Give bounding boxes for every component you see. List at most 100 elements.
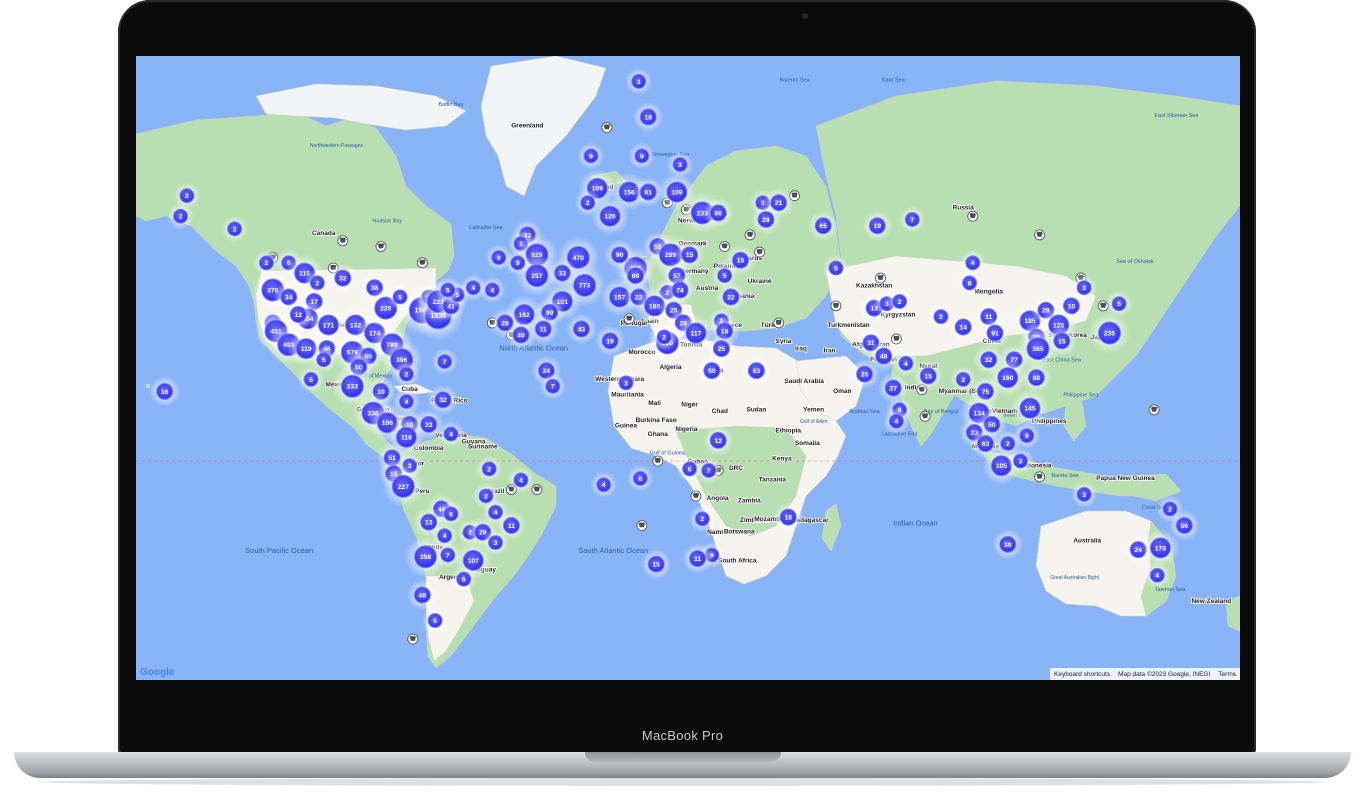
cluster-marker[interactable]: 18 bbox=[633, 101, 664, 133]
cluster-marker[interactable]: 88 bbox=[1021, 362, 1052, 393]
cluster-marker[interactable]: 4 bbox=[437, 420, 465, 448]
cluster-marker[interactable]: 14 bbox=[948, 311, 979, 343]
store-pin-icon[interactable] bbox=[407, 633, 419, 645]
cluster-marker[interactable]: 28 bbox=[750, 204, 782, 235]
store-pin-icon[interactable] bbox=[719, 241, 730, 252]
store-pin-icon[interactable] bbox=[601, 122, 613, 133]
cluster-marker[interactable]: 32 bbox=[327, 262, 359, 294]
cluster-marker[interactable]: 12 bbox=[703, 425, 734, 456]
cluster-marker[interactable]: 63 bbox=[741, 355, 772, 386]
cluster-marker[interactable]: 15 bbox=[640, 548, 672, 580]
cluster-marker[interactable]: 16 bbox=[149, 376, 180, 407]
cluster-marker[interactable]: 3 bbox=[1070, 481, 1098, 508]
cluster-count: 365 bbox=[1032, 346, 1044, 353]
cluster-marker[interactable]: 9 bbox=[628, 142, 656, 170]
cluster-marker[interactable]: 2 bbox=[689, 505, 716, 533]
store-pin-icon[interactable] bbox=[623, 313, 635, 325]
cluster-marker[interactable]: 66 bbox=[703, 197, 734, 229]
terms-link[interactable]: Terms bbox=[1214, 671, 1240, 678]
cluster-marker[interactable]: 2 bbox=[393, 360, 420, 388]
country-label: Tanzania bbox=[759, 476, 787, 483]
cluster-marker[interactable]: 235 bbox=[1088, 312, 1131, 354]
cluster-marker[interactable]: 65 bbox=[808, 210, 839, 241]
world-map[interactable]: Baffin Bay Labrador Sea Hudson Bay Northwes… bbox=[136, 56, 1240, 680]
cluster-marker[interactable]: 120 bbox=[591, 197, 630, 236]
cluster-count: 12 bbox=[294, 312, 302, 319]
cluster-marker[interactable]: 7 bbox=[431, 348, 458, 375]
store-pin-icon[interactable] bbox=[919, 410, 931, 422]
cluster-count: 2 bbox=[961, 377, 965, 384]
cluster-count: 48 bbox=[419, 592, 427, 599]
store-pin-icon[interactable] bbox=[773, 317, 785, 329]
cluster-marker[interactable]: 2 bbox=[167, 202, 194, 230]
cluster-marker[interactable]: 5 bbox=[386, 283, 414, 311]
cluster-marker[interactable]: 5 bbox=[297, 366, 325, 393]
cluster-marker[interactable]: 145 bbox=[1011, 389, 1050, 428]
cluster-marker[interactable]: 5 bbox=[434, 276, 462, 304]
cluster-marker[interactable]: 25 bbox=[849, 358, 880, 390]
cluster-marker[interactable]: 2 bbox=[650, 323, 678, 351]
store-pin-icon[interactable] bbox=[875, 272, 886, 284]
store-pin-icon[interactable] bbox=[375, 241, 387, 252]
cluster-marker[interactable]: 6 bbox=[450, 565, 478, 593]
water-label: South Pacific Ocean bbox=[245, 546, 313, 555]
cluster-marker[interactable]: 19 bbox=[862, 210, 893, 241]
store-pin-icon[interactable] bbox=[636, 520, 648, 531]
cluster-marker[interactable]: 43 bbox=[566, 313, 597, 345]
country-label: Somalia bbox=[795, 440, 820, 447]
cluster-marker[interactable]: 15 bbox=[913, 360, 944, 392]
store-pin-icon[interactable] bbox=[1034, 229, 1045, 241]
cluster-marker[interactable]: 91 bbox=[979, 317, 1011, 349]
cluster-marker[interactable]: 19 bbox=[594, 325, 626, 357]
cluster-marker[interactable]: 6 bbox=[626, 465, 654, 492]
cluster-count: 25 bbox=[718, 346, 726, 353]
store-pin-icon[interactable] bbox=[652, 455, 664, 467]
cluster-marker[interactable]: 3 bbox=[1007, 447, 1034, 475]
cluster-marker[interactable]: 40 bbox=[505, 319, 537, 351]
cluster-count: 4 bbox=[519, 477, 523, 484]
cluster-marker[interactable]: 7 bbox=[539, 373, 567, 400]
cluster-marker[interactable]: 178 bbox=[1141, 528, 1180, 567]
cluster-marker[interactable]: 2 bbox=[949, 366, 977, 393]
cluster-marker[interactable]: 4 bbox=[1143, 562, 1171, 589]
cluster-marker[interactable]: 4 bbox=[479, 276, 506, 304]
cluster-marker[interactable]: 11 bbox=[682, 543, 713, 574]
store-pin-icon[interactable] bbox=[830, 300, 842, 312]
cluster-marker[interactable]: 5 bbox=[421, 607, 449, 634]
cluster-count: 7 bbox=[910, 217, 914, 224]
cluster-marker[interactable]: 4 bbox=[590, 471, 617, 499]
cluster-marker[interactable]: 8 bbox=[956, 269, 983, 297]
cluster-marker[interactable]: 4 bbox=[507, 466, 535, 494]
cluster-marker[interactable]: 9 bbox=[504, 249, 532, 277]
keyboard-shortcuts-link[interactable]: Keyboard shortcuts bbox=[1050, 671, 1114, 678]
cluster-marker[interactable]: 2 bbox=[475, 455, 503, 483]
store-pin-icon[interactable] bbox=[967, 210, 979, 222]
cluster-marker[interactable]: 227 bbox=[382, 465, 425, 508]
cluster-marker[interactable]: 15 bbox=[1046, 325, 1078, 357]
store-pin-icon[interactable] bbox=[690, 490, 702, 502]
store-pin-icon[interactable] bbox=[744, 229, 756, 241]
cluster-marker[interactable]: 7 bbox=[695, 457, 722, 484]
cluster-marker[interactable]: 2 bbox=[221, 215, 248, 243]
store-pin-icon[interactable] bbox=[416, 257, 428, 269]
store-pin-icon[interactable] bbox=[890, 333, 902, 345]
store-pin-icon[interactable] bbox=[1148, 404, 1160, 416]
cluster-marker[interactable]: 3 bbox=[612, 369, 640, 397]
store-pin-icon[interactable] bbox=[1034, 471, 1045, 483]
cluster-marker[interactable]: 5 bbox=[822, 254, 850, 282]
store-pin-icon[interactable] bbox=[754, 246, 765, 258]
cluster-marker[interactable]: 39 bbox=[992, 529, 1023, 560]
cluster-marker[interactable]: 2 bbox=[886, 288, 913, 315]
map-viewport[interactable]: Baffin Bay Labrador Sea Hudson Bay Northwes… bbox=[136, 56, 1240, 680]
cluster-marker[interactable]: 3 bbox=[625, 68, 652, 95]
cluster-marker[interactable]: 9 bbox=[577, 142, 605, 170]
cluster-marker[interactable]: 48 bbox=[407, 579, 438, 611]
cluster-count: 6 bbox=[688, 466, 692, 473]
store-pin-icon[interactable] bbox=[531, 484, 543, 495]
cluster-marker[interactable]: 7 bbox=[898, 206, 926, 233]
cluster-marker[interactable]: 18 bbox=[773, 501, 804, 533]
cluster-marker[interactable]: 50 bbox=[696, 355, 728, 386]
cluster-marker[interactable]: 4 bbox=[883, 407, 910, 435]
cluster-marker[interactable]: 3 bbox=[1070, 274, 1098, 301]
store-pin-icon[interactable] bbox=[337, 235, 349, 247]
